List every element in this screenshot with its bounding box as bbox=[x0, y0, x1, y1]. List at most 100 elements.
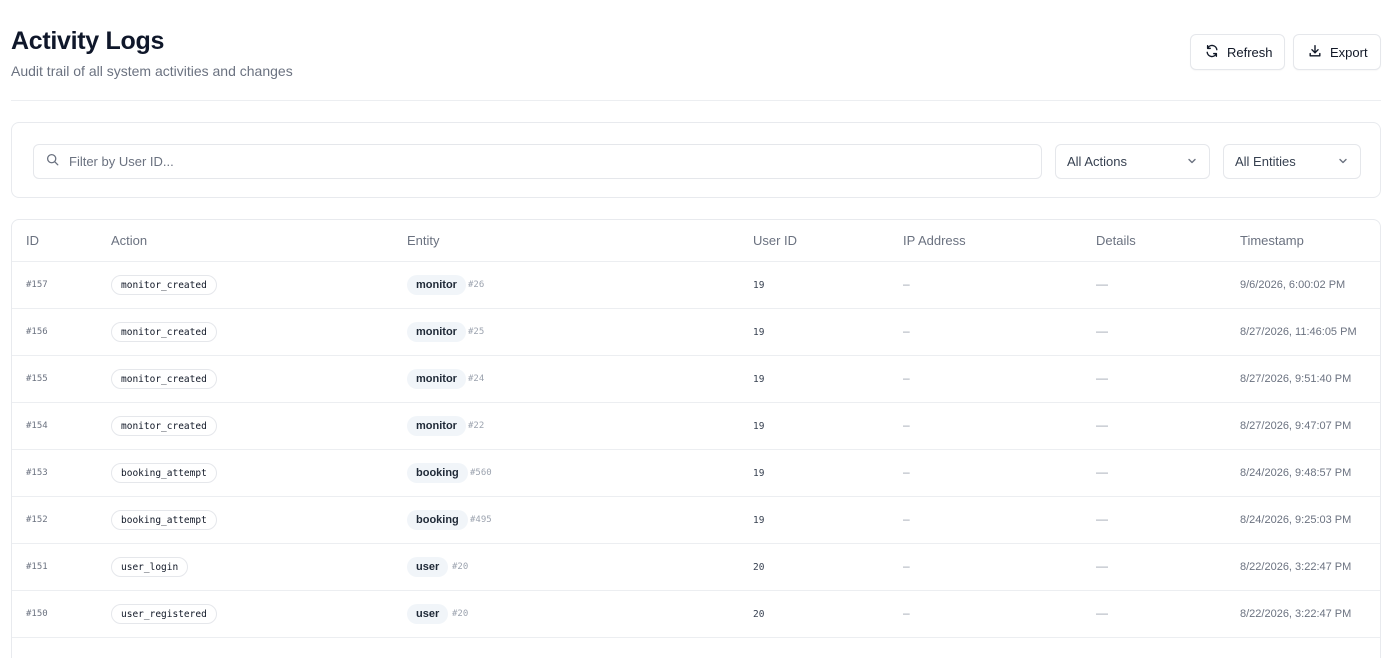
action-filter-value: All Actions bbox=[1067, 154, 1127, 169]
table-header: ID Action Entity User ID IP Address Deta… bbox=[12, 220, 1380, 262]
details: — bbox=[1096, 324, 1108, 338]
ip-address: – bbox=[903, 277, 910, 291]
table-row[interactable]: #151 user_login user #20 20 – — 8/22/2026, 3:22… bbox=[12, 544, 1380, 591]
user-id: 19 bbox=[753, 421, 765, 432]
action-badge: booking_attempt bbox=[111, 463, 217, 483]
filter-card: All Actions All Entities bbox=[11, 122, 1381, 198]
log-id: #152 bbox=[26, 515, 48, 525]
table-row[interactable]: #150 user_registered user #20 20 – — 8/22/2026,… bbox=[12, 591, 1380, 638]
timestamp: 8/22/2026, 3:22:47 PM bbox=[1240, 608, 1352, 620]
timestamp: 8/24/2026, 9:48:57 PM bbox=[1240, 467, 1352, 479]
table-row[interactable]: #157 monitor_created monitor #26 19 – — 9/6/202… bbox=[12, 262, 1380, 309]
table-row[interactable]: #154 monitor_created monitor #22 19 – — 8/27/20… bbox=[12, 403, 1380, 450]
user-id: 19 bbox=[753, 280, 765, 291]
ip-address: – bbox=[903, 559, 910, 573]
action-badge: monitor_created bbox=[111, 322, 217, 342]
header-divider bbox=[11, 100, 1381, 101]
entity-id: #20 bbox=[452, 562, 469, 572]
ip-address: – bbox=[903, 371, 910, 385]
chevron-down-icon bbox=[1338, 154, 1348, 169]
action-badge: monitor_created bbox=[111, 275, 217, 295]
log-id: #155 bbox=[26, 374, 48, 384]
table-row[interactable]: #156 monitor_created monitor #25 19 – — 8/27/20… bbox=[12, 309, 1380, 356]
column-header-details: Details bbox=[1096, 233, 1136, 248]
page-title: Activity Logs bbox=[11, 27, 165, 55]
entity-badge: booking bbox=[407, 510, 468, 530]
entity-badge: booking bbox=[407, 463, 468, 483]
chevron-down-icon bbox=[1187, 154, 1197, 169]
activity-table: ID Action Entity User ID IP Address Deta… bbox=[11, 219, 1381, 658]
download-icon bbox=[1308, 44, 1322, 61]
search-box[interactable] bbox=[33, 144, 1042, 179]
table-row[interactable]: #155 monitor_created monitor #24 19 – — 8/27/20… bbox=[12, 356, 1380, 403]
column-header-action: Action bbox=[111, 233, 148, 248]
refresh-icon bbox=[1205, 44, 1219, 61]
user-id-filter-input[interactable] bbox=[69, 154, 965, 169]
ip-address: – bbox=[903, 324, 910, 338]
search-icon bbox=[46, 153, 59, 171]
action-badge: monitor_created bbox=[111, 369, 217, 389]
entity-badge: monitor bbox=[407, 369, 466, 389]
refresh-label: Refresh bbox=[1227, 44, 1273, 60]
column-header-entity: Entity bbox=[407, 233, 440, 248]
header-actions: Refresh Export bbox=[1190, 34, 1381, 70]
details: — bbox=[1096, 465, 1108, 479]
page-subtitle: Audit trail of all system activities and… bbox=[11, 63, 293, 79]
action-badge: user_registered bbox=[111, 604, 217, 624]
timestamp: 8/22/2026, 3:22:47 PM bbox=[1240, 561, 1352, 573]
timestamp: 8/27/2026, 9:51:40 PM bbox=[1240, 373, 1352, 385]
ip-address: – bbox=[903, 606, 910, 620]
user-id: 19 bbox=[753, 327, 765, 338]
entity-id: #22 bbox=[468, 421, 485, 431]
timestamp: 8/24/2026, 9:25:03 PM bbox=[1240, 514, 1352, 526]
entity-id: #24 bbox=[468, 374, 485, 384]
details: — bbox=[1096, 277, 1108, 291]
entity-id: #26 bbox=[468, 280, 485, 290]
user-id: 19 bbox=[753, 515, 765, 526]
entity-filter-select[interactable]: All Entities bbox=[1223, 144, 1361, 179]
entity-badge: user bbox=[407, 604, 449, 624]
export-label: Export bbox=[1330, 44, 1368, 60]
log-id: #154 bbox=[26, 421, 48, 431]
log-id: #153 bbox=[26, 468, 48, 478]
entity-badge: user bbox=[407, 557, 449, 577]
log-id: #151 bbox=[26, 562, 48, 572]
user-id: 19 bbox=[753, 374, 765, 385]
action-badge: booking_attempt bbox=[111, 510, 217, 530]
entity-id: #560 bbox=[470, 468, 492, 478]
column-header-ip-address: IP Address bbox=[903, 233, 966, 248]
details: — bbox=[1096, 559, 1108, 573]
entity-badge: monitor bbox=[407, 275, 466, 295]
page-header: Activity Logs Audit trail of all system … bbox=[11, 26, 293, 80]
log-id: #157 bbox=[26, 280, 48, 290]
entity-id: #25 bbox=[468, 327, 485, 337]
details: — bbox=[1096, 418, 1108, 432]
refresh-button[interactable]: Refresh bbox=[1190, 34, 1285, 70]
action-badge: monitor_created bbox=[111, 416, 217, 436]
ip-address: – bbox=[903, 465, 910, 479]
log-id: #156 bbox=[26, 327, 48, 337]
table-row[interactable]: #152 booking_attempt booking #495 19 – — 8/24/2… bbox=[12, 497, 1380, 544]
table-row[interactable]: #153 booking_attempt booking #560 19 – — 8/24/2… bbox=[12, 450, 1380, 497]
details: — bbox=[1096, 371, 1108, 385]
action-filter-select[interactable]: All Actions bbox=[1055, 144, 1210, 179]
timestamp: 9/6/2026, 6:00:02 PM bbox=[1240, 279, 1346, 291]
column-header-id: ID bbox=[26, 233, 39, 248]
user-id: 20 bbox=[753, 609, 765, 620]
column-header-user-id: User ID bbox=[753, 233, 798, 248]
log-id: #150 bbox=[26, 609, 48, 619]
entity-badge: monitor bbox=[407, 416, 466, 436]
entity-badge: monitor bbox=[407, 322, 466, 342]
entity-id: #20 bbox=[452, 609, 469, 619]
timestamp: 8/27/2026, 11:46:05 PM bbox=[1240, 326, 1357, 338]
entity-filter-value: All Entities bbox=[1235, 154, 1296, 169]
user-id: 19 bbox=[753, 468, 765, 479]
details: — bbox=[1096, 606, 1108, 620]
entity-id: #495 bbox=[470, 515, 492, 525]
column-header-timestamp: Timestamp bbox=[1240, 233, 1304, 248]
ip-address: – bbox=[903, 512, 910, 526]
export-button[interactable]: Export bbox=[1293, 34, 1381, 70]
action-badge: user_login bbox=[111, 557, 189, 577]
ip-address: – bbox=[903, 418, 910, 432]
timestamp: 8/27/2026, 9:47:07 PM bbox=[1240, 420, 1352, 432]
